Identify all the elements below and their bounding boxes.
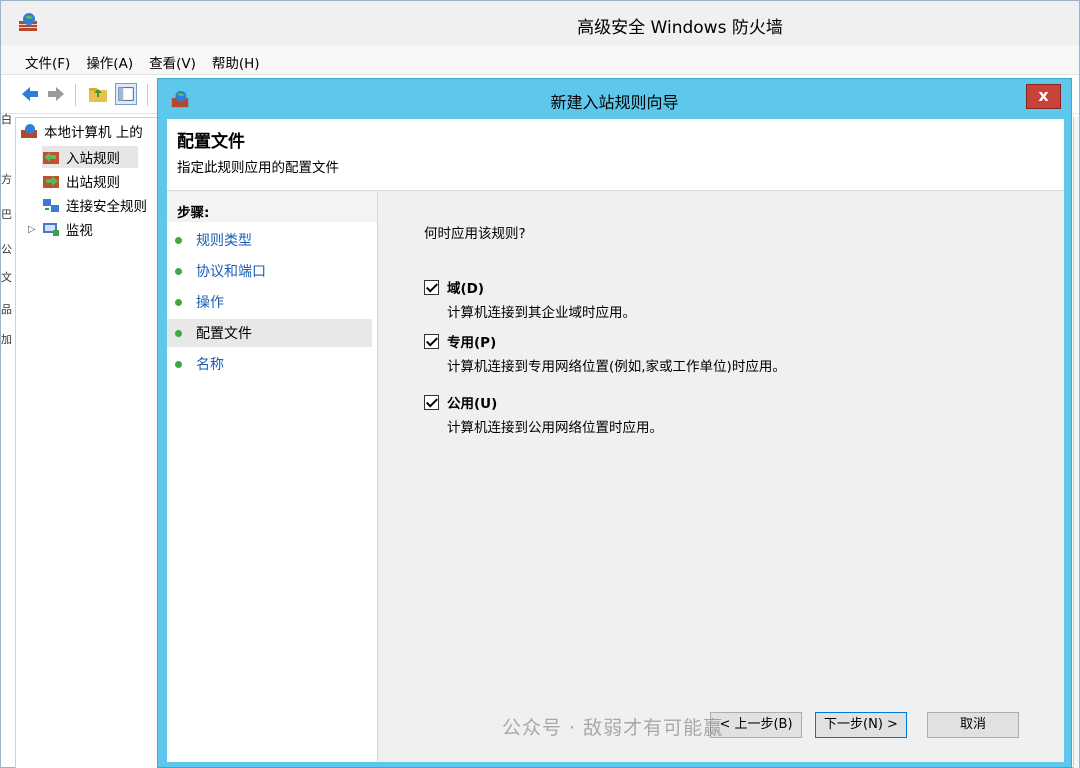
menu-bar: 文件(F) 操作(A) 查看(V) 帮助(H) — [1, 45, 1079, 75]
edge-text-fragment: 文 — [1, 271, 12, 284]
step-label: 规则类型 — [196, 233, 252, 249]
step-status-dot — [175, 267, 182, 275]
forward-arrow-icon[interactable] — [45, 83, 67, 105]
up-folder-icon[interactable] — [87, 83, 109, 105]
menu-file[interactable]: 文件(F) — [17, 45, 78, 72]
show-hide-tree-icon[interactable] — [115, 83, 137, 105]
tree-root-local-computer[interactable]: 本地计算机 上的 — [20, 120, 143, 142]
wizard-title: 新建入站规则向导 — [550, 93, 679, 112]
step-protocol-ports[interactable]: 协议和端口 — [167, 257, 372, 285]
tree-item-outbound-rules[interactable]: 出站规则 — [42, 170, 120, 192]
outbound-rules-icon — [43, 176, 59, 188]
edge-text-fragment: 品 — [1, 303, 12, 316]
tree-root-label: 本地计算机 上的 — [44, 125, 143, 141]
expand-arrow-icon[interactable]: ▷ — [28, 224, 36, 235]
option-public: 公用(U) 计算机连接到公用网络位置时应用。 — [424, 392, 663, 436]
watermark: 公众号 · 敌弱才有可能赢 — [502, 717, 724, 739]
edge-text-fragment: 公 — [1, 243, 12, 256]
step-label: 协议和端口 — [196, 264, 266, 280]
profile-content-panel: 何时应用该规则? 域(D) 计算机连接到其企业域时应用。 专用(P) 计算机连接… — [379, 192, 1064, 762]
wizard-body: 配置文件 指定此规则应用的配置文件 步骤: 规则类型 协议和端口 操作 配置文件… — [167, 119, 1064, 762]
step-label: 名称 — [196, 357, 224, 373]
step-status-dot — [175, 236, 182, 244]
main-title-bar: 高级安全 Windows 防火墙 — [1, 1, 1079, 45]
menu-view[interactable]: 查看(V) — [141, 45, 204, 72]
step-status-dot — [175, 329, 182, 337]
tree-item-label: 连接安全规则 — [66, 199, 147, 215]
step-profile: 配置文件 — [167, 319, 372, 347]
back-button[interactable]: < 上一步(B) — [710, 712, 802, 738]
menu-help[interactable]: 帮助(H) — [204, 45, 268, 72]
step-rule-type[interactable]: 规则类型 — [167, 226, 372, 254]
public-checkbox[interactable] — [424, 394, 439, 410]
step-name[interactable]: 名称 — [167, 350, 372, 378]
next-button[interactable]: 下一步(N) > — [815, 712, 907, 738]
tree-item-connection-security[interactable]: 连接安全规则 — [42, 194, 161, 216]
main-window-title: 高级安全 Windows 防火墙 — [577, 18, 783, 38]
monitoring-icon — [42, 223, 59, 236]
step-action[interactable]: 操作 — [167, 288, 372, 316]
wizard-title-bar[interactable]: 新建入站规则向导 x — [158, 79, 1071, 119]
tree-item-inbound-rules[interactable]: 入站规则 — [42, 146, 138, 168]
connection-security-icon — [43, 199, 59, 212]
step-label: 操作 — [196, 295, 224, 311]
close-button[interactable]: x — [1026, 84, 1061, 109]
option-description: 计算机连接到公用网络位置时应用。 — [447, 420, 663, 436]
tree-item-label: 监视 — [65, 223, 93, 239]
page-title: 配置文件 — [177, 132, 245, 152]
wizard-header: 配置文件 指定此规则应用的配置文件 — [167, 119, 1064, 191]
right-pane-edge — [1073, 117, 1079, 768]
new-inbound-rule-wizard: 新建入站规则向导 x 配置文件 指定此规则应用的配置文件 步骤: 规则类型 协议… — [157, 78, 1072, 768]
option-domain: 域(D) 计算机连接到其企业域时应用。 — [424, 277, 636, 321]
edge-text-fragment: 巴 — [1, 208, 12, 221]
option-description: 计算机连接到专用网络位置(例如,家或工作单位)时应用。 — [447, 359, 786, 375]
edge-text-fragment: 加 — [1, 333, 12, 346]
menu-action[interactable]: 操作(A) — [78, 45, 141, 72]
step-status-dot — [175, 360, 182, 368]
tree-item-label: 入站规则 — [66, 151, 120, 167]
navigation-tree: 本地计算机 上的 入站规则 出站规则 连接安全规则 ▷ 监视 — [15, 117, 160, 768]
steps-title: 步骤: — [177, 205, 210, 221]
page-subtitle: 指定此规则应用的配置文件 — [177, 160, 339, 176]
back-arrow-icon[interactable] — [19, 83, 41, 105]
steps-panel: 步骤: 规则类型 协议和端口 操作 配置文件 名称 — [167, 192, 378, 762]
step-status-dot — [175, 298, 182, 306]
option-label: 公用(U) — [447, 396, 498, 412]
question-label: 何时应用该规则? — [424, 226, 526, 242]
edge-text-fragment: 白 — [1, 113, 12, 126]
tree-item-label: 出站规则 — [66, 175, 120, 191]
option-description: 计算机连接到其企业域时应用。 — [447, 305, 636, 321]
cancel-button[interactable]: 取消 — [927, 712, 1019, 738]
domain-checkbox[interactable] — [424, 279, 439, 295]
option-private: 专用(P) 计算机连接到专用网络位置(例如,家或工作单位)时应用。 — [424, 331, 786, 375]
option-label: 域(D) — [447, 281, 485, 297]
toolbar-separator — [147, 84, 148, 106]
toolbar-separator — [75, 84, 76, 106]
edge-text-fragment: 方 — [1, 173, 12, 186]
private-checkbox[interactable] — [424, 333, 439, 349]
tree-item-monitoring[interactable]: ▷ 监视 — [28, 218, 93, 240]
inbound-rules-icon — [43, 152, 59, 164]
firewall-icon — [21, 124, 37, 138]
step-label: 配置文件 — [196, 326, 252, 342]
option-label: 专用(P) — [447, 335, 497, 351]
